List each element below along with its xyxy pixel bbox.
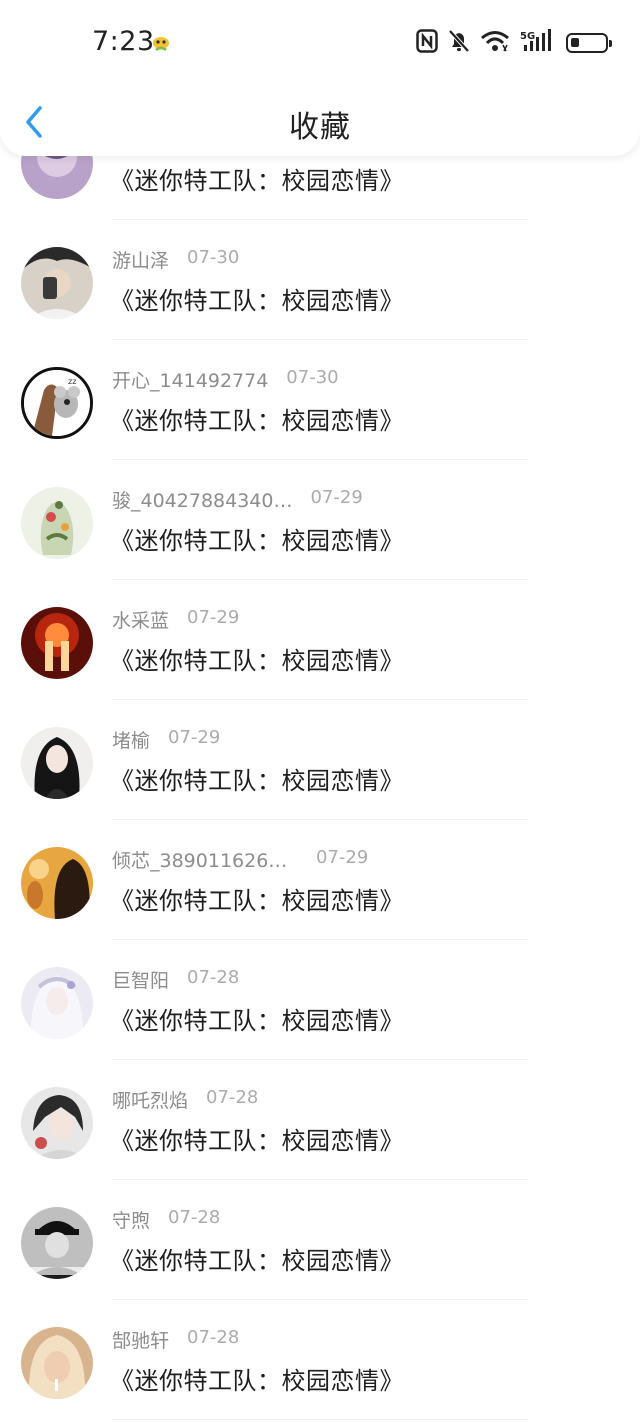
work-title[interactable]: 《迷你特工队：校园恋情》 [110, 161, 404, 196]
date: 07-29 [187, 607, 240, 628]
5g-signal-icon: 5G [520, 29, 554, 57]
app-notification-icon [152, 36, 170, 52]
username[interactable]: 堵榆 [112, 726, 150, 753]
network-label: 5G [520, 31, 535, 42]
top-bar: 7:23 5G 收藏 [0, 0, 640, 156]
status-bar: 7:23 5G [0, 0, 640, 88]
nfc-icon [416, 29, 438, 57]
username[interactable]: 游山泽 [112, 246, 169, 273]
list-item[interactable]: 郜驰轩 07-28 《迷你特工队：校园恋情》 [0, 1300, 640, 1420]
avatar[interactable] [21, 1327, 93, 1399]
list-item[interactable]: 骏_40427884340… 07-29 《迷你特工队：校园恋情》 [0, 460, 640, 580]
list-item[interactable]: 倾芯_3890116265… 07-29 《迷你特工队：校园恋情》 [0, 820, 640, 940]
avatar[interactable] [21, 727, 93, 799]
item-meta: 巨智阳 07-28 [112, 966, 239, 992]
username[interactable]: 守煦 [112, 1206, 150, 1233]
date: 07-29 [168, 727, 221, 748]
item-meta: 倾芯_3890116265… 07-29 [112, 846, 368, 872]
page-title: 收藏 [289, 110, 351, 145]
list-item[interactable]: 游山泽 07-30 《迷你特工队：校园恋情》 [0, 220, 640, 340]
item-meta: 开心_141492774 07-30 [112, 366, 339, 392]
work-title[interactable]: 《迷你特工队：校园恋情》 [110, 281, 404, 316]
item-meta: 守煦 07-28 [112, 1206, 220, 1232]
favorites-screen: 《迷你特工队：校园恋情》 游山泽 07-30 《迷你特工队：校园恋情》 zz 开… [0, 0, 640, 1422]
date: 07-29 [316, 847, 369, 868]
username[interactable]: 水采蓝 [112, 606, 169, 633]
list-item[interactable]: 哪吒烈焰 07-28 《迷你特工队：校园恋情》 [0, 1060, 640, 1180]
username[interactable]: 开心_141492774 [112, 366, 268, 393]
avatar[interactable] [21, 1207, 93, 1279]
item-meta: 哪吒烈焰 07-28 [112, 1086, 258, 1112]
work-title[interactable]: 《迷你特工队：校园恋情》 [110, 881, 404, 916]
avatar[interactable] [21, 487, 93, 559]
date: 07-29 [310, 487, 363, 508]
item-meta: 骏_40427884340… 07-29 [112, 486, 363, 512]
date: 07-30 [187, 247, 240, 268]
list-item[interactable]: 堵榆 07-29 《迷你特工队：校园恋情》 [0, 700, 640, 820]
username[interactable]: 哪吒烈焰 [112, 1086, 188, 1113]
list-item[interactable]: zz 开心_141492774 07-30 《迷你特工队：校园恋情》 [0, 340, 640, 460]
work-title[interactable]: 《迷你特工队：校园恋情》 [110, 1121, 404, 1156]
avatar[interactable] [21, 607, 93, 679]
username[interactable]: 倾芯_3890116265… [112, 846, 298, 873]
status-icons: 5G [416, 29, 618, 57]
list-item[interactable]: 水采蓝 07-29 《迷你特工队：校园恋情》 [0, 580, 640, 700]
work-title[interactable]: 《迷你特工队：校园恋情》 [110, 1241, 404, 1276]
work-title[interactable]: 《迷你特工队：校园恋情》 [110, 761, 404, 796]
header: 收藏 [0, 88, 640, 156]
username[interactable]: 郜驰轩 [112, 1326, 169, 1353]
avatar[interactable] [21, 1087, 93, 1159]
battery-nub [609, 40, 612, 47]
avatar[interactable]: zz [21, 367, 93, 439]
date: 07-28 [168, 1207, 221, 1228]
username[interactable]: 骏_40427884340… [112, 486, 292, 513]
item-meta: 游山泽 07-30 [112, 246, 239, 272]
work-title[interactable]: 《迷你特工队：校园恋情》 [110, 521, 404, 556]
work-title[interactable]: 《迷你特工队：校园恋情》 [110, 641, 404, 676]
battery-icon [566, 33, 612, 53]
work-title[interactable]: 《迷你特工队：校园恋情》 [110, 1001, 404, 1036]
avatar[interactable] [21, 847, 93, 919]
divider [112, 1419, 528, 1420]
mute-icon [448, 29, 470, 57]
status-time: 7:23 [92, 26, 155, 57]
item-meta: 郜驰轩 07-28 [112, 1326, 239, 1352]
avatar[interactable] [21, 247, 93, 319]
avatar[interactable] [21, 967, 93, 1039]
date: 07-28 [187, 1327, 240, 1348]
list-item[interactable]: 守煦 07-28 《迷你特工队：校园恋情》 [0, 1180, 640, 1300]
date: 07-28 [206, 1087, 259, 1108]
work-title[interactable]: 《迷你特工队：校园恋情》 [110, 401, 404, 436]
work-title[interactable]: 《迷你特工队：校园恋情》 [110, 1361, 404, 1396]
favorites-list[interactable]: 《迷你特工队：校园恋情》 游山泽 07-30 《迷你特工队：校园恋情》 zz 开… [0, 100, 640, 1420]
date: 07-30 [286, 367, 339, 388]
battery-level [571, 38, 579, 47]
username[interactable]: 巨智阳 [112, 966, 169, 993]
wifi-icon [480, 29, 510, 57]
item-meta: 堵榆 07-29 [112, 726, 220, 752]
item-meta: 水采蓝 07-29 [112, 606, 239, 632]
svg-text:zz: zz [68, 377, 76, 386]
list-item[interactable]: 巨智阳 07-28 《迷你特工队：校园恋情》 [0, 940, 640, 1060]
date: 07-28 [187, 967, 240, 988]
